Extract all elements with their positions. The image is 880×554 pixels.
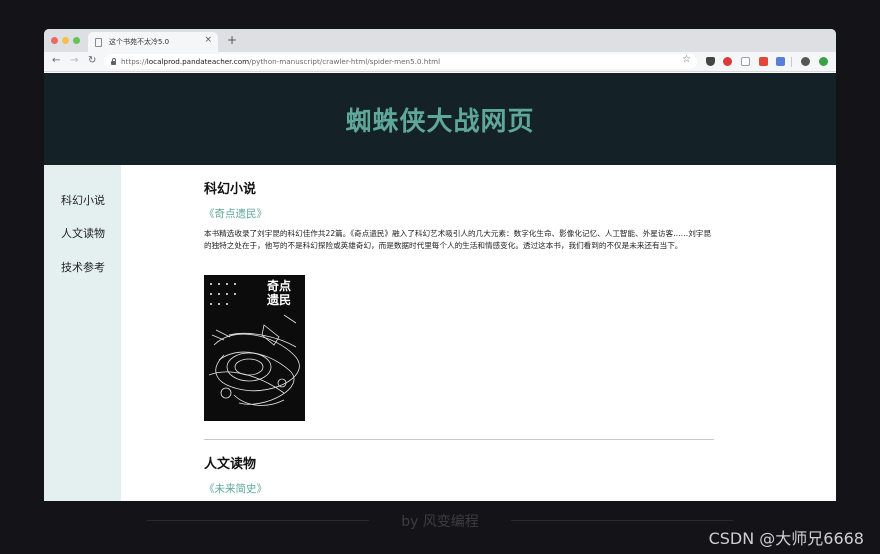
csdn-watermark: CSDN @大师兄6668 — [708, 529, 864, 548]
profile-avatar[interactable] — [801, 57, 810, 66]
green-extension-icon[interactable] — [819, 57, 828, 66]
new-tab-button[interactable]: + — [227, 33, 237, 47]
document-icon — [95, 37, 102, 47]
close-window-button[interactable] — [51, 37, 58, 44]
tab-strip: 这个书苑不太冷5.0 × + — [44, 29, 836, 52]
page-title: 蜘蛛侠大战网页 — [345, 106, 535, 137]
tab-title: 这个书苑不太冷5.0 — [109, 38, 170, 46]
toolbar-separator — [791, 57, 792, 67]
back-arrow-icon[interactable]: ← — [52, 55, 60, 66]
web-page: 蜘蛛侠大战网页 科幻小说 人文读物 技术参考 科幻小说 《奇点遗民》 本书精选收… — [44, 73, 836, 501]
page-header: 蜘蛛侠大战网页 — [44, 73, 836, 165]
tab-close-icon[interactable]: × — [204, 35, 212, 45]
url-scheme: https:// — [121, 57, 147, 66]
bookmark-star-icon[interactable]: ☆ — [682, 54, 691, 65]
blue-extension-icon[interactable] — [776, 57, 785, 66]
sidebar-item-humanities[interactable]: 人文读物 — [61, 225, 105, 241]
book-link-singularity[interactable]: 《奇点遗民》 — [204, 206, 267, 221]
maximize-window-button[interactable] — [73, 37, 80, 44]
lock-icon — [111, 57, 116, 65]
address-bar[interactable]: https:// localprod.pandateacher.com /pyt… — [104, 54, 697, 69]
red-extension-icon[interactable] — [759, 57, 768, 66]
cover-title-text: 奇点遗民 — [267, 279, 292, 307]
pinterest-extension-icon[interactable] — [723, 57, 732, 66]
browser-tab[interactable]: 这个书苑不太冷5.0 × — [88, 32, 218, 52]
section-title-humanities: 人文读物 — [204, 457, 257, 472]
minimize-window-button[interactable] — [62, 37, 69, 44]
book-link-future-history[interactable]: 《未来简史》 — [204, 481, 267, 496]
book-cover-image: 奇点遗民 — [204, 275, 305, 421]
shield-extension-icon[interactable] — [741, 57, 750, 66]
url-host: localprod.pandateacher.com — [146, 57, 250, 66]
browser-window: 这个书苑不太冷5.0 × + ← → ↻ https:// localprod.… — [44, 29, 836, 501]
book-description: 本书精选收录了刘宇昆的科幻佳作共22篇。《奇点遗民》融入了科幻艺术吸引人的几大元… — [204, 229, 712, 250]
pocket-extension-icon[interactable] — [706, 57, 715, 66]
sidebar-nav: 科幻小说 人文读物 技术参考 — [44, 165, 121, 501]
sidebar-item-scifi[interactable]: 科幻小说 — [61, 192, 105, 208]
section-title-scifi: 科幻小说 — [204, 182, 257, 197]
reload-icon[interactable]: ↻ — [88, 55, 96, 66]
sidebar-item-tech[interactable]: 技术参考 — [61, 259, 105, 275]
url-path: /python-manuscript/crawler-html/spider-m… — [249, 57, 441, 66]
section-divider — [204, 439, 714, 440]
forward-arrow-icon[interactable]: → — [70, 55, 78, 66]
browser-toolbar: ← → ↻ https:// localprod.pandateacher.co… — [44, 52, 836, 72]
